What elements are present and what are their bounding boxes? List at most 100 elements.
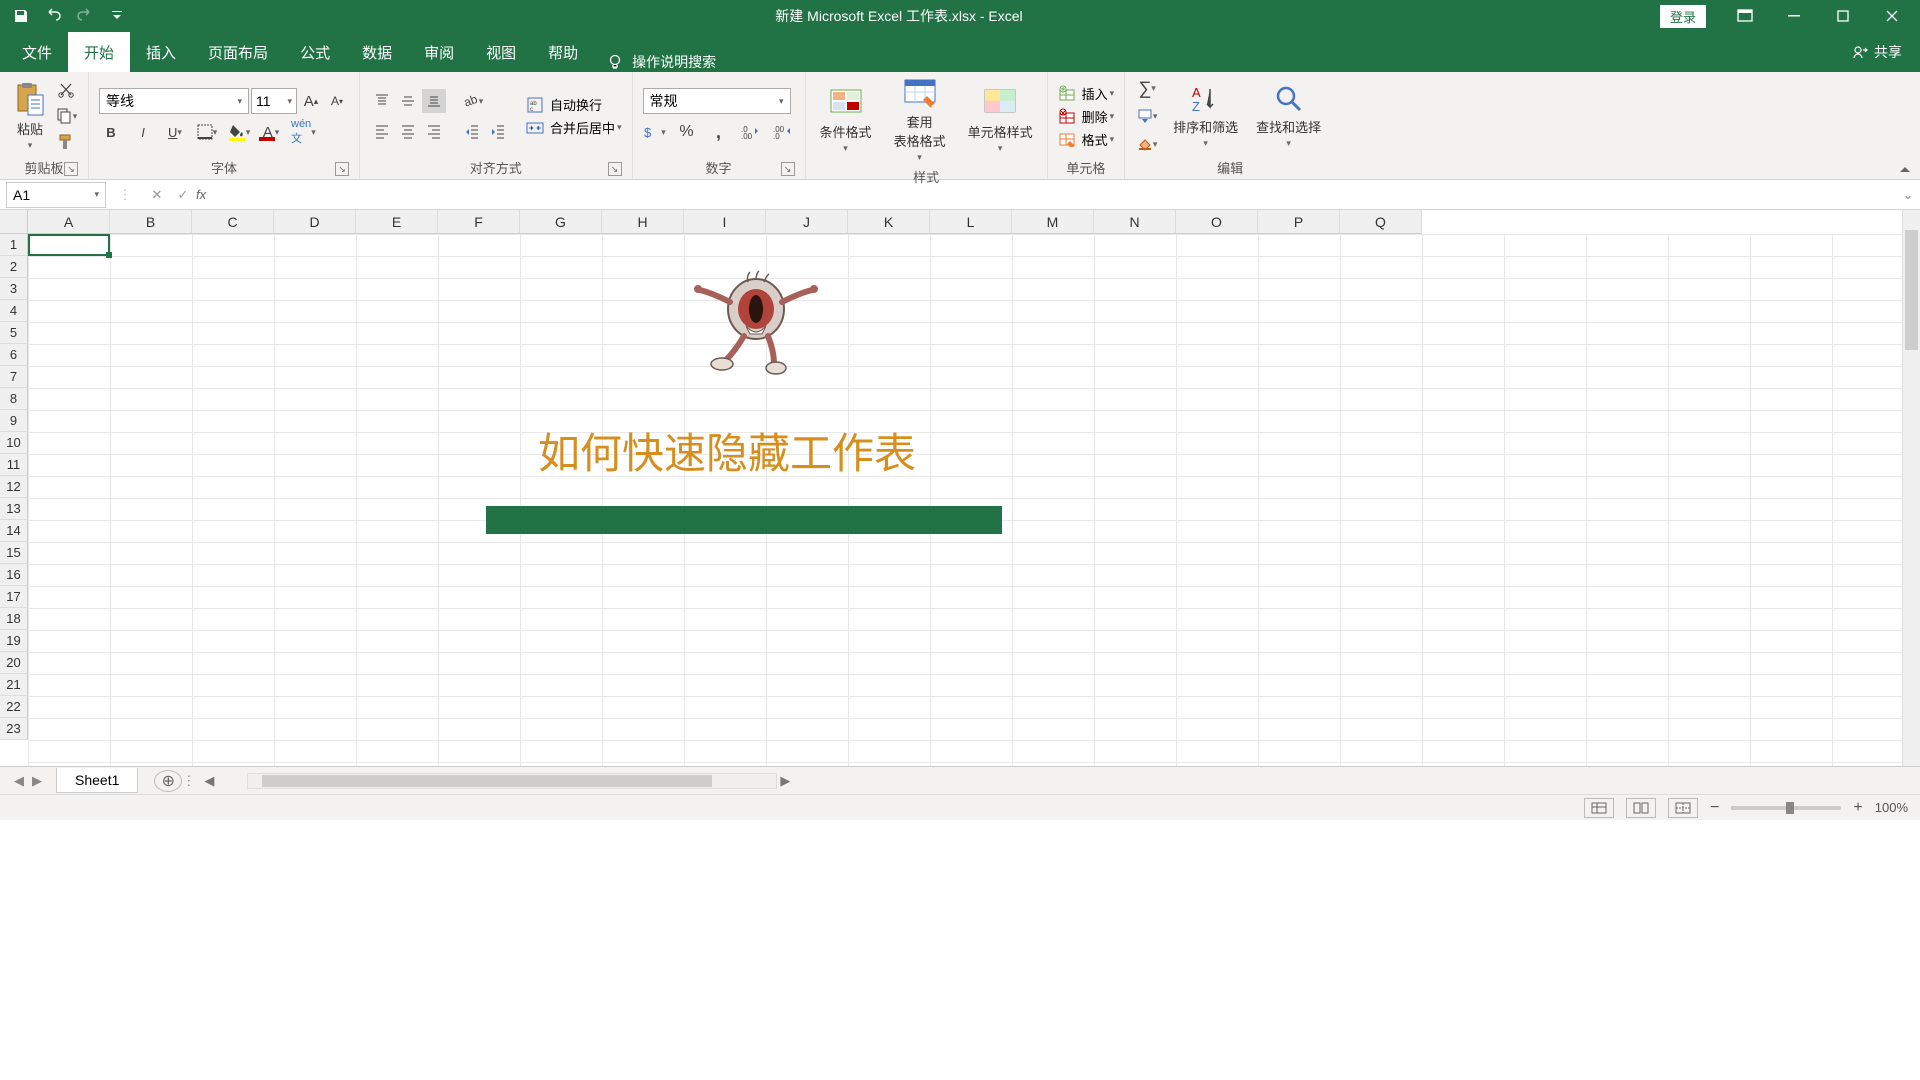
zoom-in-button[interactable]: +	[1853, 799, 1862, 817]
column-header[interactable]: G	[520, 210, 602, 234]
sort-filter-button[interactable]: AZ 排序和筛选▾	[1169, 81, 1242, 151]
column-header[interactable]: K	[848, 210, 930, 234]
column-header[interactable]: O	[1176, 210, 1258, 234]
bold-button[interactable]: B	[99, 120, 123, 144]
row-header[interactable]: 1	[0, 234, 28, 256]
column-header[interactable]: N	[1094, 210, 1176, 234]
dialog-launcher-icon[interactable]: ↘	[781, 162, 795, 176]
fill-color-button[interactable]: ▾	[227, 120, 251, 144]
tab-view[interactable]: 视图	[470, 32, 532, 72]
select-all-corner[interactable]	[0, 210, 28, 234]
row-header[interactable]: 9	[0, 410, 28, 432]
increase-font-button[interactable]: A▴	[299, 89, 323, 113]
formula-input[interactable]	[220, 182, 1896, 208]
font-name-combo[interactable]: 等线▾	[99, 88, 249, 114]
cartoon-character-image[interactable]	[690, 254, 822, 376]
conditional-format-button[interactable]: 条件格式▾	[816, 86, 876, 156]
cut-button[interactable]	[54, 78, 78, 102]
row-header[interactable]: 13	[0, 498, 28, 520]
decrease-indent-button[interactable]	[460, 119, 484, 143]
delete-cells-button[interactable]: 删除▾	[1058, 107, 1115, 126]
dialog-launcher-icon[interactable]: ↘	[608, 162, 622, 176]
row-header[interactable]: 5	[0, 322, 28, 344]
name-box[interactable]: A1▾	[6, 182, 106, 208]
font-size-combo[interactable]: 11▾	[251, 88, 297, 114]
save-icon[interactable]	[10, 5, 32, 27]
column-header[interactable]: B	[110, 210, 192, 234]
heading-text[interactable]: 如何快速隐藏工作表	[538, 420, 916, 481]
column-header[interactable]: Q	[1340, 210, 1422, 234]
row-header[interactable]: 3	[0, 278, 28, 300]
tab-review[interactable]: 审阅	[408, 32, 470, 72]
column-header[interactable]: M	[1012, 210, 1094, 234]
sheet-tab-sheet1[interactable]: Sheet1	[56, 768, 138, 793]
zoom-out-button[interactable]: −	[1710, 799, 1719, 817]
row-header[interactable]: 6	[0, 344, 28, 366]
dialog-launcher-icon[interactable]: ↘	[335, 162, 349, 176]
insert-cells-button[interactable]: 插入▾	[1058, 84, 1115, 103]
tab-insert[interactable]: 插入	[130, 32, 192, 72]
fx-icon[interactable]: fx	[196, 187, 220, 202]
paste-button[interactable]: 粘贴 ▾	[10, 79, 50, 153]
copy-button[interactable]: ▾	[54, 104, 78, 128]
cell-styles-button[interactable]: 单元格样式▾	[964, 86, 1037, 156]
cells-area[interactable]: 如何快速隐藏工作表	[28, 234, 1902, 766]
active-cell[interactable]	[28, 234, 110, 256]
page-layout-view-button[interactable]	[1626, 798, 1656, 818]
minimize-icon[interactable]	[1771, 0, 1816, 32]
decrease-font-button[interactable]: A▾	[325, 89, 349, 113]
align-left-button[interactable]	[370, 119, 394, 143]
row-header[interactable]: 17	[0, 586, 28, 608]
increase-decimal-button[interactable]: .0.00	[739, 120, 763, 144]
share-button[interactable]: 共享	[1852, 32, 1920, 72]
prev-sheet-icon[interactable]: ◀	[14, 773, 24, 789]
column-header[interactable]: I	[684, 210, 766, 234]
align-top-button[interactable]	[370, 89, 394, 113]
column-header[interactable]: F	[438, 210, 520, 234]
row-header[interactable]: 21	[0, 674, 28, 696]
column-header[interactable]: C	[192, 210, 274, 234]
row-header[interactable]: 14	[0, 520, 28, 542]
close-icon[interactable]	[1869, 0, 1914, 32]
column-header[interactable]: A	[28, 210, 110, 234]
expand-formula-bar-icon[interactable]: ⌄	[1896, 187, 1920, 203]
tell-me-search[interactable]: 操作说明搜索	[606, 52, 716, 72]
merge-center-button[interactable]: 合并后居中▾	[526, 118, 622, 137]
column-header[interactable]: D	[274, 210, 356, 234]
column-header[interactable]: P	[1258, 210, 1340, 234]
row-header[interactable]: 4	[0, 300, 28, 322]
clear-button[interactable]: ▾	[1135, 132, 1159, 156]
row-header[interactable]: 20	[0, 652, 28, 674]
row-header[interactable]: 11	[0, 454, 28, 476]
autosum-button[interactable]: ∑▾	[1135, 76, 1159, 100]
tab-page-layout[interactable]: 页面布局	[192, 32, 284, 72]
row-header[interactable]: 23	[0, 718, 28, 740]
align-center-button[interactable]	[396, 119, 420, 143]
font-color-button[interactable]: A▾	[259, 120, 283, 144]
login-button[interactable]: 登录	[1660, 5, 1706, 28]
vertical-scrollbar[interactable]	[1902, 210, 1920, 766]
row-header[interactable]: 15	[0, 542, 28, 564]
percent-button[interactable]: %	[675, 120, 699, 144]
scroll-right-icon[interactable]: ▶	[777, 773, 793, 789]
format-painter-button[interactable]	[54, 130, 78, 154]
row-header[interactable]: 18	[0, 608, 28, 630]
find-select-button[interactable]: 查找和选择▾	[1252, 81, 1325, 151]
orientation-button[interactable]: ab▾	[460, 89, 484, 113]
row-header[interactable]: 16	[0, 564, 28, 586]
page-break-view-button[interactable]	[1668, 798, 1698, 818]
column-header[interactable]: J	[766, 210, 848, 234]
maximize-icon[interactable]	[1820, 0, 1865, 32]
tab-home[interactable]: 开始	[68, 32, 130, 72]
normal-view-button[interactable]	[1584, 798, 1614, 818]
new-sheet-button[interactable]: ⊕	[154, 770, 182, 792]
row-header[interactable]: 2	[0, 256, 28, 278]
column-header[interactable]: H	[602, 210, 684, 234]
underline-button[interactable]: U▾	[163, 120, 187, 144]
increase-indent-button[interactable]	[486, 119, 510, 143]
row-header[interactable]: 10	[0, 432, 28, 454]
tab-formulas[interactable]: 公式	[284, 32, 346, 72]
dialog-launcher-icon[interactable]: ↘	[64, 162, 78, 176]
row-header[interactable]: 12	[0, 476, 28, 498]
wrap-text-button[interactable]: abc自动换行	[526, 95, 622, 114]
